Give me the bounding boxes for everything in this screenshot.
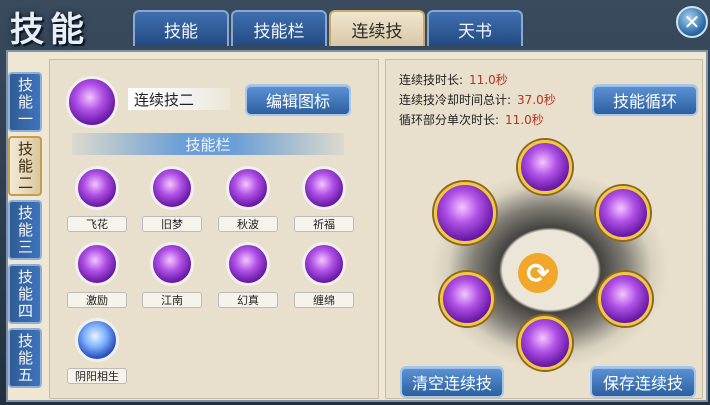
skill-icon-qiubo[interactable] [226, 166, 270, 210]
combo-slot-4[interactable] [518, 316, 572, 370]
refresh-icon[interactable]: ⟳ [518, 253, 558, 293]
skill-label: 缠绵 [294, 292, 354, 308]
stat-label: 连续技冷却时间总计: [399, 92, 512, 107]
combo-slot-1[interactable] [518, 140, 572, 194]
clear-combo-button[interactable]: 清空连续技 [400, 366, 504, 398]
side-tab-skill-3[interactable]: 技能三 [8, 200, 42, 260]
skill-icon-huanzhen[interactable] [226, 242, 270, 286]
window-title: 技能 [10, 10, 90, 50]
side-tab-skill-4[interactable]: 技能四 [8, 264, 42, 324]
combo-icon[interactable] [66, 76, 118, 128]
side-tab-skill-5[interactable]: 技能五 [8, 328, 42, 388]
skill-label: 激励 [67, 292, 127, 308]
stat-value: 37.0秒 [517, 92, 556, 107]
skillbar-header: 技能栏 [72, 133, 344, 155]
close-icon[interactable]: ✕ [676, 6, 708, 38]
tab-skillbar[interactable]: 技能栏 [231, 10, 327, 46]
stat-label: 循环部分单次时长: [399, 112, 500, 127]
combo-slot-5[interactable] [440, 272, 494, 326]
skill-label: 江南 [142, 292, 202, 308]
stat-value: 11.0秒 [469, 72, 508, 87]
skill-label: 飞花 [67, 216, 127, 232]
skill-label: 幻真 [218, 292, 278, 308]
stat-combo-duration: 连续技时长: 11.0秒 [399, 71, 508, 87]
edit-icon-button[interactable]: 编辑图标 [245, 84, 351, 116]
skill-icon-chanmian[interactable] [302, 242, 346, 286]
tab-book[interactable]: 天书 [427, 10, 523, 46]
skill-icon-jili[interactable] [75, 242, 119, 286]
combo-slot-6[interactable] [434, 182, 496, 244]
skill-icon-jiumeng[interactable] [150, 166, 194, 210]
combo-slot-3[interactable] [598, 272, 652, 326]
stat-value: 11.0秒 [505, 112, 544, 127]
side-tab-skill-2[interactable]: 技能二 [8, 136, 42, 196]
skill-icon-yinyang[interactable] [75, 318, 119, 362]
combo-name[interactable]: 连续技二 [128, 88, 230, 110]
stat-loop-duration: 循环部分单次时长: 11.0秒 [399, 111, 544, 127]
stat-cooldown-total: 连续技冷却时间总计: 37.0秒 [399, 91, 556, 107]
skill-icon-qifu[interactable] [302, 166, 346, 210]
skill-label: 阴阳相生 [67, 368, 127, 384]
skill-label: 旧梦 [142, 216, 202, 232]
tab-skills[interactable]: 技能 [133, 10, 229, 46]
skill-label: 秋波 [218, 216, 278, 232]
cycle-button[interactable]: 技能循环 [592, 84, 698, 116]
skill-icon-jiangnan[interactable] [150, 242, 194, 286]
skill-icon-feihua[interactable] [75, 166, 119, 210]
skill-label: 祈福 [294, 216, 354, 232]
stat-label: 连续技时长: [399, 72, 464, 87]
side-tab-skill-1[interactable]: 技能一 [8, 72, 42, 132]
save-combo-button[interactable]: 保存连续技 [590, 366, 696, 398]
tab-combo[interactable]: 连续技 [329, 10, 425, 46]
combo-slot-2[interactable] [596, 186, 650, 240]
